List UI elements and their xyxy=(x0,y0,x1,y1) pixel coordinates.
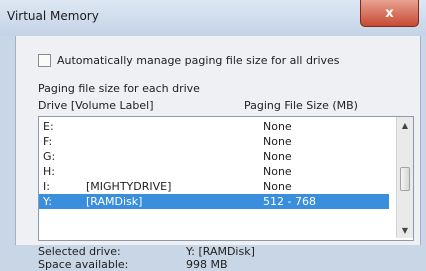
drive-letter: H: xyxy=(43,165,55,178)
auto-manage-label: Automatically manage paging file size fo… xyxy=(57,54,340,67)
scroll-thumb[interactable] xyxy=(400,167,410,191)
drive-paging-size: None xyxy=(263,135,292,148)
drive-letter: F: xyxy=(43,135,53,148)
drive-paging-size: None xyxy=(263,180,292,193)
size-column-header: Paging File Size (MB) xyxy=(244,99,358,112)
drive-row[interactable]: F: None xyxy=(39,134,389,149)
selected-drive-label: Selected drive: xyxy=(38,245,121,258)
selected-drive-value: Y: [RAMDisk] xyxy=(186,245,255,258)
drive-letter: G: xyxy=(43,150,56,163)
space-available-label: Space available: xyxy=(38,258,129,271)
title-bar: Virtual Memory x xyxy=(0,0,426,36)
close-icon: x xyxy=(385,5,394,21)
auto-manage-row[interactable]: Automatically manage paging file size fo… xyxy=(38,54,340,67)
drive-volume-label: [RAMDisk] xyxy=(86,195,143,208)
drive-paging-size: None xyxy=(263,165,292,178)
drive-row[interactable]: H: None xyxy=(39,164,389,179)
drive-paging-size: 512 - 768 xyxy=(263,195,316,208)
drive-rows: E: None F: None G: None H: None I: [MIGHTYDRIVE] N… xyxy=(39,119,389,209)
drive-paging-size: None xyxy=(263,150,292,163)
scroll-down-icon[interactable]: ▼ xyxy=(397,222,413,238)
window-title: Virtual Memory xyxy=(7,9,99,23)
drive-row[interactable]: E: None xyxy=(39,119,389,134)
drive-letter: Y: xyxy=(43,195,52,208)
drive-volume-label: [MIGHTYDRIVE] xyxy=(86,180,172,193)
scroll-up-icon[interactable]: ▲ xyxy=(397,117,413,133)
space-available-value: 998 MB xyxy=(186,258,228,271)
drive-list-scrollbar[interactable]: ▲ ▼ xyxy=(396,117,413,238)
drive-paging-size: None xyxy=(263,120,292,133)
drive-column-header: Drive [Volume Label] xyxy=(38,99,154,112)
dialog-body: Automatically manage paging file size fo… xyxy=(15,36,421,271)
drive-row[interactable]: Y: [RAMDisk] 512 - 768 xyxy=(39,194,389,209)
drive-row[interactable]: G: None xyxy=(39,149,389,164)
paging-group-label: Paging file size for each drive xyxy=(38,82,200,95)
drive-info: Selected drive: Y: [RAMDisk] Space avail… xyxy=(38,245,418,271)
close-button[interactable]: x xyxy=(360,0,419,27)
drive-letter: I: xyxy=(43,180,50,193)
drive-letter: E: xyxy=(43,120,54,133)
drive-list[interactable]: E: None F: None G: None H: None I: [MIGHTYDRIVE] N… xyxy=(38,116,414,241)
drive-list-headers: Drive [Volume Label] Paging File Size (M… xyxy=(38,99,418,113)
drive-row[interactable]: I: [MIGHTYDRIVE] None xyxy=(39,179,389,194)
auto-manage-checkbox[interactable] xyxy=(38,54,51,67)
